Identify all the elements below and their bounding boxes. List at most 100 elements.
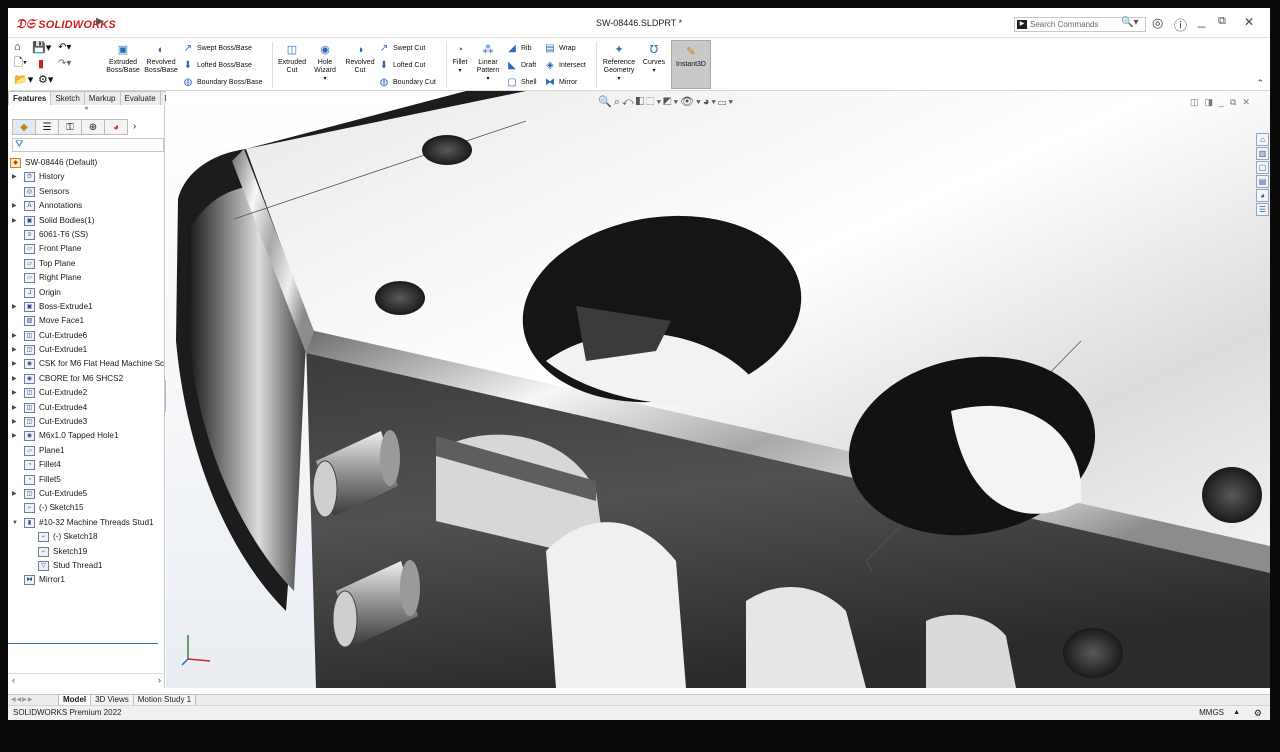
- fillet-button[interactable]: ◔ Fillet ▾: [448, 42, 472, 75]
- tree-item[interactable]: ⌐ Sketch19: [8, 545, 165, 559]
- expand-arrow-icon[interactable]: ▶: [12, 401, 17, 415]
- bottom-tab-model[interactable]: Model: [58, 694, 92, 705]
- zoom-to-area-icon[interactable]: ⌕: [614, 96, 622, 108]
- tree-item[interactable]: ▶ ◫ Cut-Extrude6: [8, 329, 165, 343]
- dimxpert-tab[interactable]: ⊕: [81, 119, 105, 135]
- file-explorer-icon[interactable]: ▢: [1256, 161, 1269, 174]
- boundary-cut-button[interactable]: ◍ Boundary Cut: [378, 75, 436, 89]
- expand-arrow-icon[interactable]: ▶: [12, 487, 17, 501]
- bottom-tab-3d-views[interactable]: 3D Views: [90, 694, 134, 705]
- swept-cut-button[interactable]: ↗ Swept Cut: [378, 41, 426, 55]
- tree-item[interactable]: ▱ Right Plane: [8, 271, 165, 285]
- tree-filter-input[interactable]: ⛛: [12, 138, 164, 152]
- design-library-icon[interactable]: ▥: [1256, 147, 1269, 160]
- viewport-window-controls[interactable]: ◫◨_⧉✕: [1190, 97, 1256, 108]
- bottom-tab-motion-study-1[interactable]: Motion Study 1: [132, 694, 197, 705]
- expand-arrow-icon[interactable]: ▶: [12, 199, 17, 213]
- close-icon[interactable]: ✕: [1244, 15, 1254, 29]
- tree-item[interactable]: ▶ ◫ Cut-Extrude3: [8, 415, 165, 429]
- home-icon[interactable]: ⌂: [14, 40, 21, 54]
- configurationmanager-tab[interactable]: ⚿: [58, 119, 82, 135]
- expand-arrow-icon[interactable]: ▶: [12, 372, 17, 386]
- extruded-cut-button[interactable]: ◫ Extruded Cut: [274, 42, 310, 75]
- command-tab-evaluate[interactable]: Evaluate: [119, 91, 161, 105]
- lofted-cut-button[interactable]: ⬇ Lofted Cut: [378, 58, 426, 72]
- appearances-icon[interactable]: ◕: [1256, 189, 1269, 202]
- tree-item[interactable]: ▱ Plane1: [8, 444, 165, 458]
- options-icon[interactable]: ⚙▾: [38, 72, 53, 86]
- mirror-button[interactable]: ⧓ Mirror: [544, 75, 577, 89]
- command-tab-markup[interactable]: Markup: [83, 91, 121, 105]
- featuremanager-tab[interactable]: ◆: [12, 119, 36, 135]
- tree-item[interactable]: ▶ A Annotations: [8, 199, 165, 213]
- tree-item[interactable]: ▶ ◫ Cut-Extrude1: [8, 343, 165, 357]
- hole-wizard-button[interactable]: ◉ Hole Wizard ▾: [308, 42, 342, 83]
- command-tab-features[interactable]: Features: [8, 91, 52, 105]
- more-tabs-icon[interactable]: ›: [133, 119, 136, 135]
- expand-arrow-icon[interactable]: ▶: [12, 214, 17, 228]
- tree-root-part[interactable]: ◆ SW-08446 (Default): [8, 156, 165, 170]
- boundary-boss-button[interactable]: ◍ Boundary Boss/Base: [182, 75, 263, 89]
- tree-item[interactable]: ▶ ◉ CSK for M6 Flat Head Machine Sc: [8, 357, 165, 371]
- expand-arrow-icon[interactable]: ▶: [12, 343, 17, 357]
- tree-item[interactable]: ▱ Top Plane: [8, 257, 165, 271]
- linear-pattern-button[interactable]: ⁂ Linear Pattern ▾: [472, 42, 504, 83]
- heads-up-view-toolbar[interactable]: 🔍⌕↶◧⬚▾◩▾👁▾◕▾▭▾: [598, 95, 735, 109]
- restore-icon[interactable]: ⧉: [1218, 15, 1226, 28]
- expand-arrow-icon[interactable]: ▶: [12, 170, 17, 184]
- revolved-cut-button[interactable]: ◑ Revolved Cut: [342, 42, 378, 75]
- curves-button[interactable]: ℧ Curves ▾: [640, 42, 668, 75]
- tree-item[interactable]: ▼ ▮ #10-32 Machine Threads Stud1: [8, 516, 165, 530]
- extruded-boss-button[interactable]: ▣ Extruded Boss/Base: [104, 42, 142, 75]
- rib-button[interactable]: ◢ Rib: [506, 41, 531, 55]
- tree-item[interactable]: ▽ Stud Thread1: [8, 559, 165, 573]
- swept-boss-button[interactable]: ↗ Swept Boss/Base: [182, 41, 252, 55]
- edit-appearance-icon[interactable]: ◕▾: [703, 96, 718, 108]
- tree-item[interactable]: ▱ Front Plane: [8, 242, 165, 256]
- shell-button[interactable]: ▢ Shell: [506, 75, 536, 89]
- undo-icon[interactable]: ↶▾: [58, 40, 71, 54]
- tree-item[interactable]: ▶ ◉ M6x1.0 Tapped Hole1: [8, 429, 165, 443]
- tree-item[interactable]: ⅃ Origin: [8, 286, 165, 300]
- panel-grip[interactable]: ●: [8, 105, 165, 117]
- user-account-icon[interactable]: ◎: [1152, 15, 1163, 31]
- unit-system[interactable]: MMGS: [1199, 706, 1224, 720]
- expand-arrow-icon[interactable]: ▶: [12, 415, 17, 429]
- rollback-bar[interactable]: [8, 643, 158, 644]
- tree-item[interactable]: ▶ ◫ Cut-Extrude2: [8, 386, 165, 400]
- scroll-right-icon[interactable]: ›: [158, 675, 161, 685]
- wrap-button[interactable]: ▤ Wrap: [544, 41, 575, 55]
- propertymanager-tab[interactable]: ☰: [35, 119, 59, 135]
- lofted-boss-button[interactable]: ⬇ Lofted Boss/Base: [182, 58, 252, 72]
- apply-scene-icon[interactable]: ▭▾: [718, 96, 735, 108]
- expand-arrow-icon[interactable]: ▶: [12, 300, 17, 314]
- expand-arrow-icon[interactable]: ▶: [12, 329, 17, 343]
- rebuild-status-icon[interactable]: ⚙: [1254, 706, 1262, 720]
- previous-view-icon[interactable]: ↶: [622, 96, 636, 108]
- minimize-icon[interactable]: _: [1198, 13, 1205, 28]
- zoom-to-fit-icon[interactable]: 🔍: [598, 96, 614, 108]
- view-palette-icon[interactable]: ▤: [1256, 175, 1269, 188]
- redo-icon[interactable]: ↷▾: [58, 56, 71, 70]
- rebuild-icon[interactable]: ▮: [38, 56, 44, 70]
- hide-show-items-icon[interactable]: 👁▾: [680, 96, 703, 108]
- tree-item[interactable]: ≡ 6061-T6 (SS): [8, 228, 165, 242]
- new-document-icon[interactable]: 🗋▾: [14, 56, 27, 70]
- tree-item[interactable]: ⌐ (-) Sketch18: [8, 530, 165, 544]
- tree-item[interactable]: ▶ ▣ Solid Bodies(1): [8, 214, 165, 228]
- graphics-area[interactable]: 🔍⌕↶◧⬚▾◩▾👁▾◕▾▭▾ ◫◨_⧉✕ ⌂ ▥ ▢ ▤ ◕ ☰: [166, 91, 1270, 688]
- tree-item[interactable]: ▶ ▣ Boss-Extrude1: [8, 300, 165, 314]
- solidworks-resources-icon[interactable]: ⌂: [1256, 133, 1269, 146]
- tree-item[interactable]: ▧ Move Face1: [8, 314, 165, 328]
- save-icon[interactable]: 💾▾: [32, 40, 51, 54]
- tree-item[interactable]: ⌐ (-) Sketch15: [8, 501, 165, 515]
- tree-item[interactable]: ⧓ Mirror1: [8, 573, 165, 587]
- collapse-arrow-icon[interactable]: ▼: [12, 516, 18, 530]
- tree-item[interactable]: ◎ Sensors: [8, 185, 165, 199]
- collapse-ribbon-icon[interactable]: ⌃: [1256, 78, 1264, 89]
- expand-arrow-icon[interactable]: ▶: [12, 357, 17, 371]
- intersect-button[interactable]: ◈ Intersect: [544, 58, 586, 72]
- custom-properties-icon[interactable]: ☰: [1256, 203, 1269, 216]
- help-icon[interactable]: ⓘ: [1174, 15, 1187, 34]
- appearance-tab[interactable]: ◕: [104, 119, 128, 135]
